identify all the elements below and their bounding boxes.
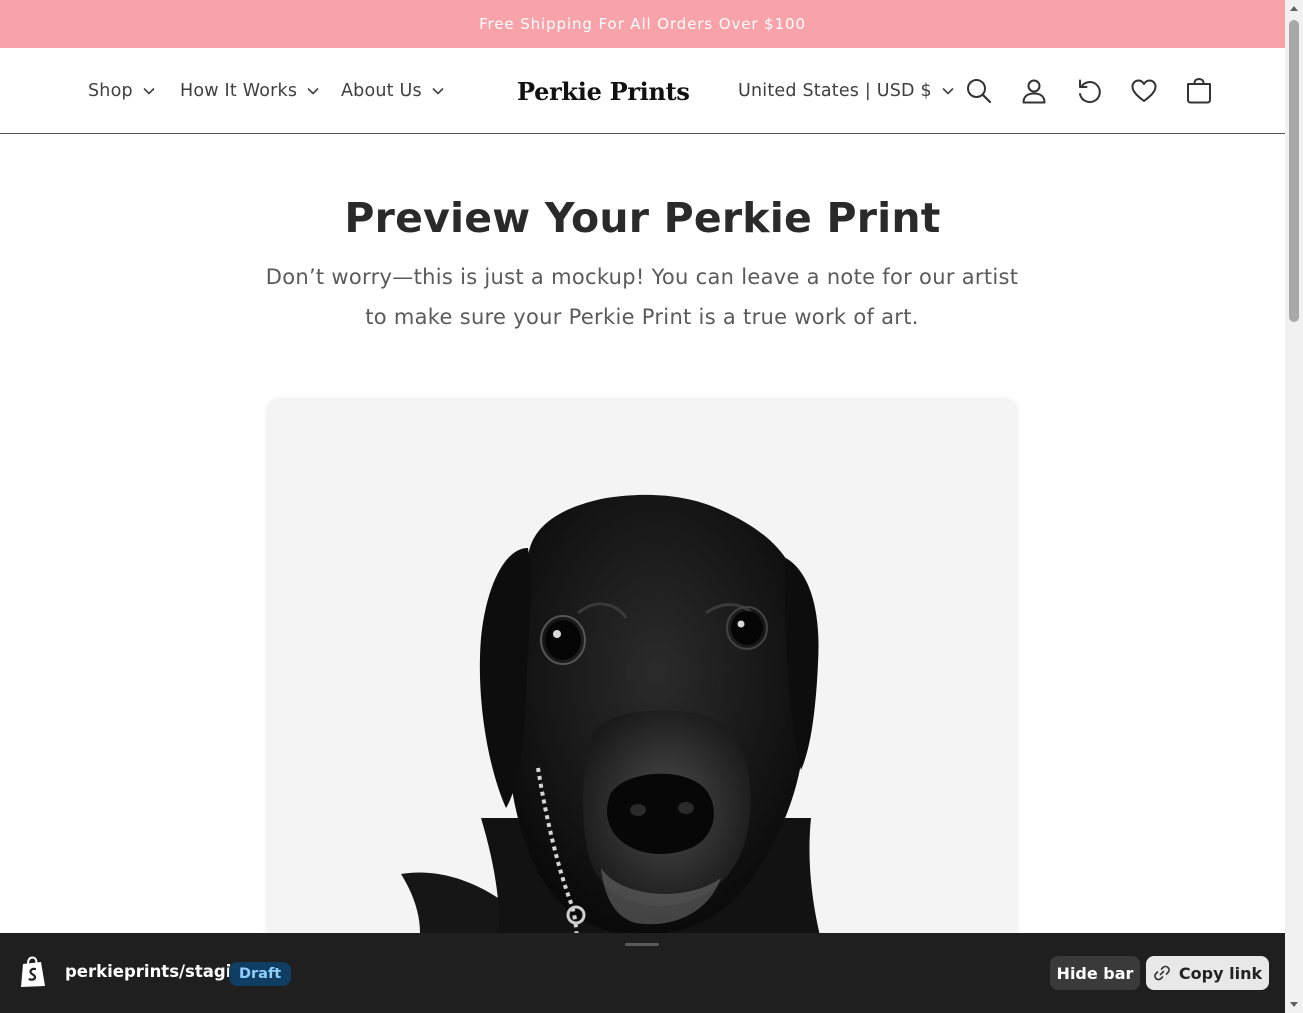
page-subtitle: Don’t worry—this is just a mockup! You c… — [262, 257, 1022, 337]
scrollbar-thumb[interactable] — [1289, 20, 1299, 322]
announcement-text: Free Shipping For All Orders Over $100 — [479, 15, 806, 33]
site-header: Shop How It Works About Us Perkie Prints… — [0, 48, 1285, 134]
print-preview-card — [266, 398, 1018, 958]
nav-shop[interactable]: Shop — [88, 48, 155, 134]
page: Free Shipping For All Orders Over $100 S… — [0, 0, 1285, 1013]
hide-bar-button[interactable]: Hide bar — [1050, 956, 1140, 990]
page-title: Preview Your Perkie Print — [344, 194, 941, 242]
chevron-down-icon — [942, 87, 954, 95]
nav-how-it-works[interactable]: How It Works — [180, 48, 319, 134]
nav-how-it-works-label: How It Works — [180, 81, 298, 101]
theme-preview-bar: perkieprints/staging Draft Hide bar Copy… — [0, 933, 1285, 1013]
chevron-down-icon — [307, 87, 319, 95]
nav-about-us[interactable]: About Us — [341, 48, 444, 134]
announcement-bar: Free Shipping For All Orders Over $100 — [0, 0, 1285, 48]
reorder-icon[interactable] — [1073, 75, 1105, 107]
nav-about-us-label: About Us — [341, 81, 422, 101]
wishlist-heart-icon[interactable] — [1128, 75, 1160, 107]
link-icon — [1153, 964, 1171, 982]
chevron-down-icon — [143, 87, 155, 95]
locale-selector[interactable]: United States | USD $ — [738, 48, 954, 134]
subtitle-line-1: Don’t worry—this is just a mockup! You c… — [265, 265, 1019, 289]
bar-drag-handle[interactable] — [625, 943, 659, 946]
page-scrollbar[interactable] — [1285, 0, 1303, 1013]
scroll-up-arrow-icon[interactable] — [1285, 0, 1303, 17]
account-icon[interactable] — [1018, 75, 1050, 107]
copy-link-button[interactable]: Copy link — [1146, 956, 1269, 990]
cart-icon[interactable] — [1183, 75, 1215, 107]
copy-link-label: Copy link — [1178, 963, 1263, 983]
search-icon[interactable] — [963, 75, 995, 107]
store-name: perkieprints/staging — [65, 962, 255, 981]
subtitle-line-2: to make sure your Perkie Print is a true… — [365, 305, 919, 329]
locale-label: United States | USD $ — [738, 81, 932, 101]
site-logo[interactable]: Perkie Prints — [517, 48, 690, 134]
chevron-down-icon — [432, 87, 444, 95]
status-badge: Draft — [229, 962, 292, 986]
logo-text: Perkie Prints — [517, 76, 690, 106]
shopify-bag-icon — [19, 956, 47, 992]
nav-shop-label: Shop — [88, 81, 133, 101]
dog-portrait-image — [401, 494, 826, 958]
scroll-down-arrow-icon[interactable] — [1285, 996, 1303, 1013]
